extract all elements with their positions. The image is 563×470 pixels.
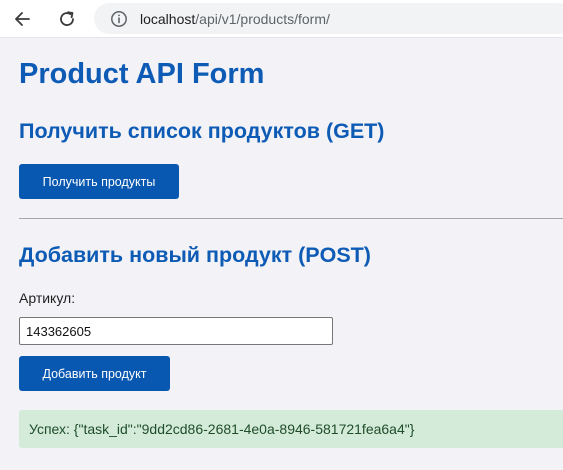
back-button[interactable]	[6, 2, 40, 36]
browser-toolbar: localhost/api/v1/products/form/	[0, 0, 563, 38]
add-product-button[interactable]: Добавить продукт	[19, 356, 170, 391]
article-input[interactable]	[19, 317, 333, 345]
reload-icon	[60, 11, 74, 26]
url-host: localhost	[140, 10, 196, 27]
page-content: Product API Form Получить список продукт…	[0, 39, 563, 470]
page-title: Product API Form	[19, 58, 265, 90]
section-divider	[19, 218, 563, 219]
address-bar[interactable]: localhost/api/v1/products/form/	[94, 3, 563, 34]
url-text[interactable]: localhost/api/v1/products/form/	[140, 11, 330, 27]
article-field-label: Артикул:	[19, 290, 76, 306]
get-section-heading: Получить список продуктов (GET)	[19, 119, 385, 143]
post-section-heading: Добавить новый продукт (POST)	[19, 243, 371, 267]
arrow-left-icon	[15, 12, 30, 26]
get-products-button[interactable]: Получить продукты	[19, 164, 179, 199]
url-path: /api/v1/products/form/	[195, 10, 330, 27]
success-message: Успех: {"task_id":"9dd2cd86-2681-4e0a-89…	[19, 410, 563, 448]
info-icon[interactable]	[110, 10, 128, 28]
reload-button[interactable]	[50, 2, 84, 36]
